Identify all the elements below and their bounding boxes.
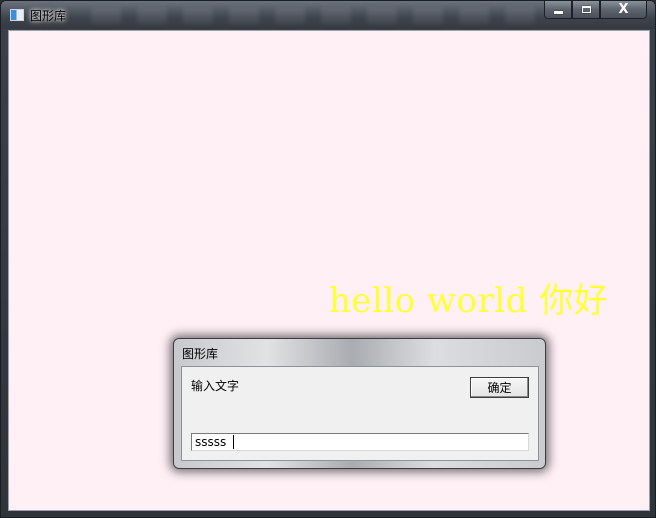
minimize-icon (553, 11, 563, 14)
dialog-title: 图形库 (182, 347, 219, 361)
input-dialog: 图形库 输入文字 确定 (173, 338, 546, 469)
close-icon: X (618, 2, 629, 17)
caption-buttons: X (544, 1, 647, 20)
ok-button[interactable]: 确定 (470, 377, 529, 398)
text-caret (233, 435, 234, 449)
title-bar[interactable]: 图形库 X (1, 1, 655, 29)
canvas-text: hello world 你好 (329, 281, 609, 321)
text-input[interactable] (191, 433, 529, 451)
prompt-label: 输入文字 (191, 379, 240, 393)
minimize-button[interactable] (544, 1, 572, 19)
maximize-icon (581, 6, 591, 13)
title-bar-blur (91, 7, 535, 23)
dialog-client-area: 输入文字 确定 (181, 366, 539, 461)
maximize-button[interactable] (572, 1, 600, 19)
window-title: 图形库 (30, 9, 67, 23)
close-button[interactable]: X (600, 1, 647, 19)
main-window: 图形库 X hello world 你好 图形库 输入文字 确定 (0, 0, 656, 518)
app-window-icon[interactable] (10, 9, 24, 21)
